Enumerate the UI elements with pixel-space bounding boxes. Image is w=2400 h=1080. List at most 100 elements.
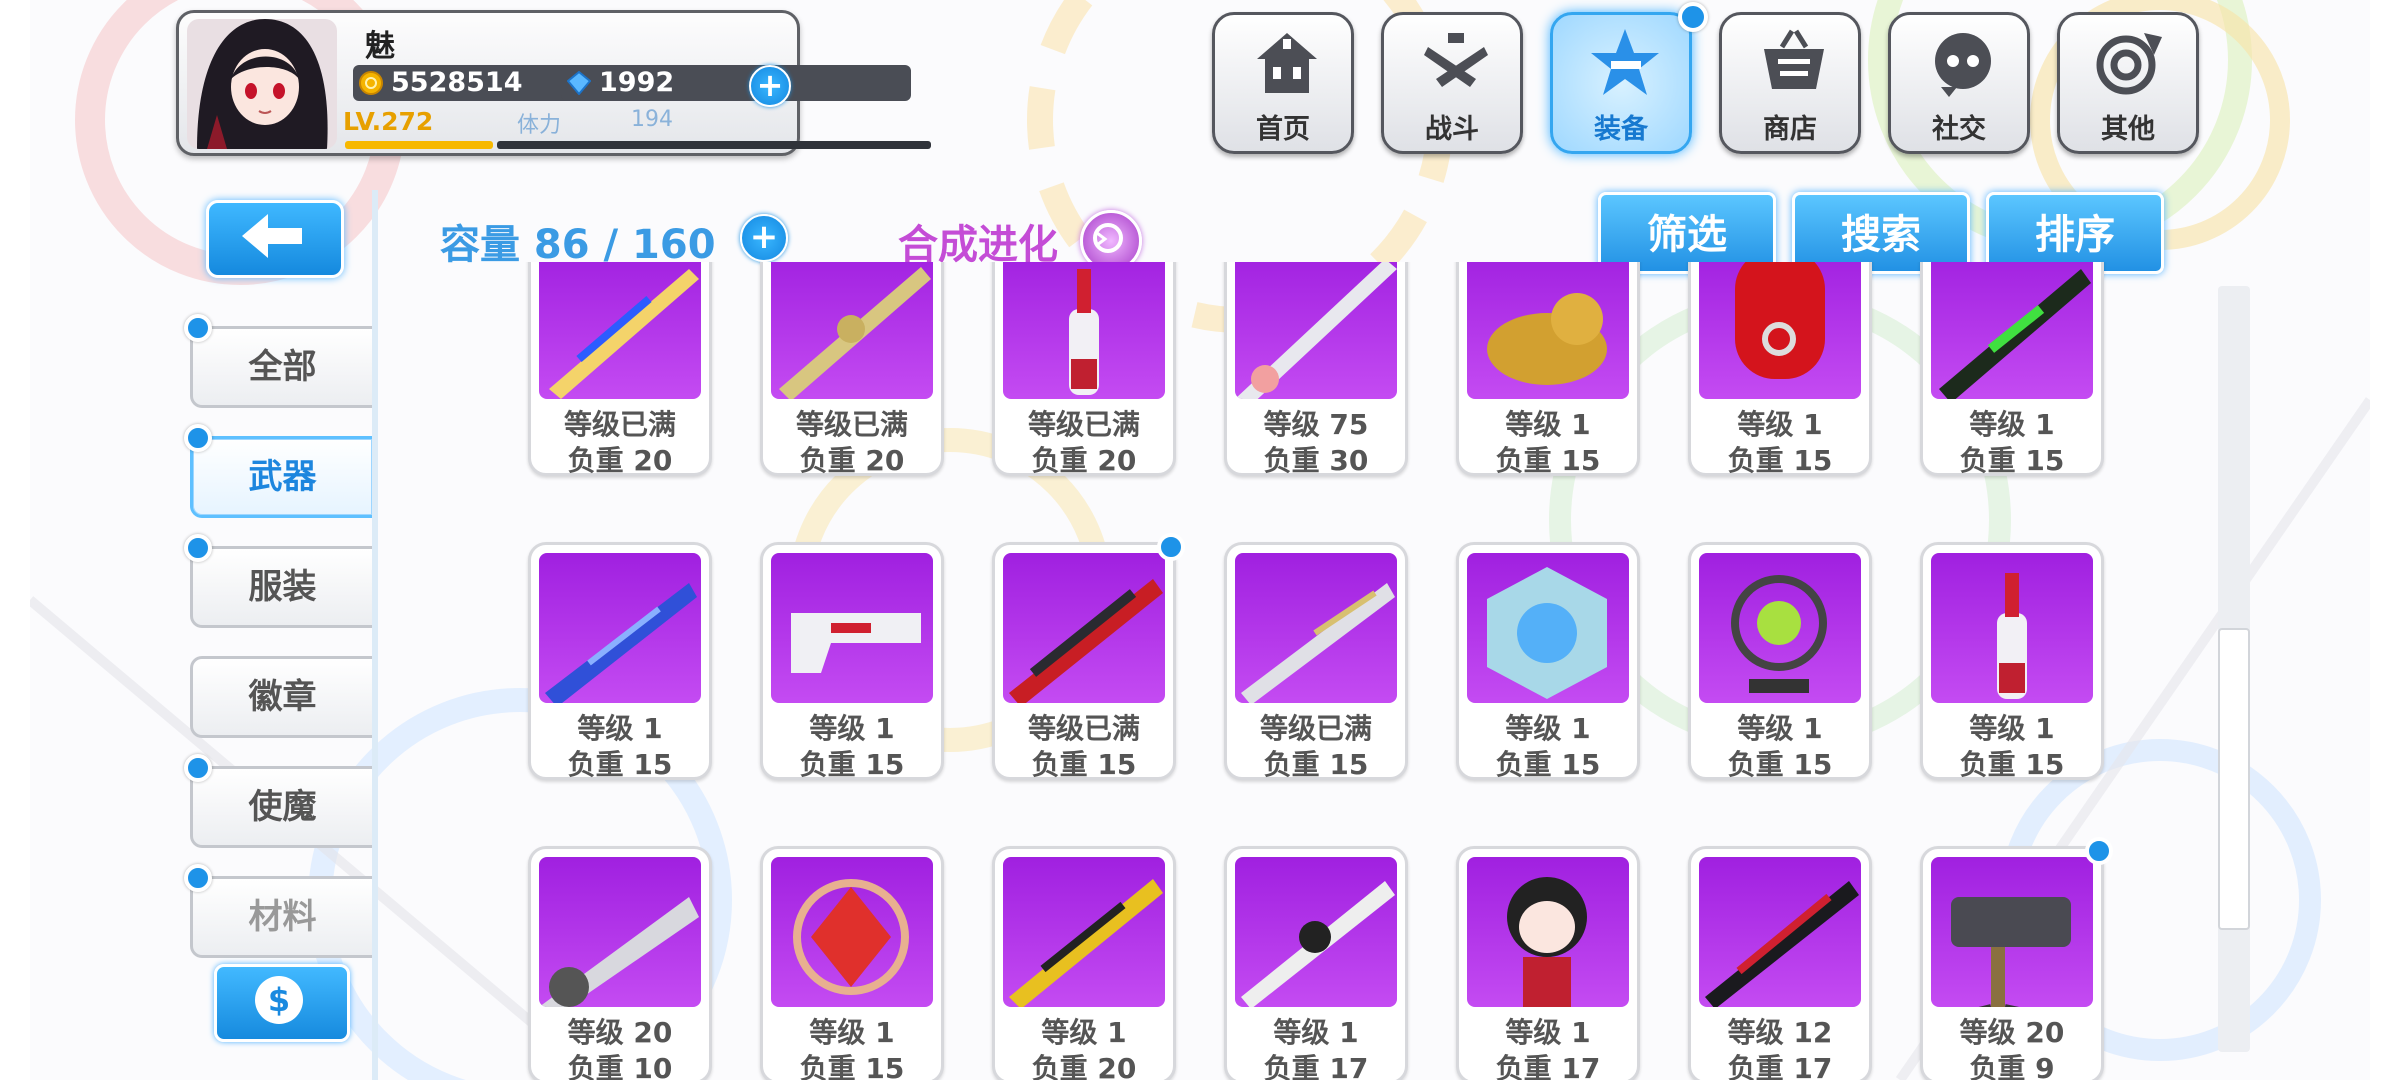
chainsaw-icon bbox=[539, 857, 701, 1007]
golden-lion-icon bbox=[1467, 262, 1629, 399]
left-margin bbox=[0, 0, 30, 1080]
item-weight: 负重 15 bbox=[1727, 748, 1833, 781]
item-card[interactable]: 等级 1 负重 15 bbox=[1920, 542, 2104, 781]
item-card[interactable]: 等级 1 负重 15 bbox=[1920, 262, 2104, 477]
item-card[interactable]: 等级 1 负重 15 bbox=[760, 542, 944, 781]
tab-familiars[interactable]: 使魔 bbox=[190, 766, 372, 848]
gold-coin-icon bbox=[359, 71, 383, 95]
bottle-icon bbox=[1931, 553, 2093, 703]
gold-amount: 5528514 bbox=[391, 67, 523, 98]
nav-social[interactable]: 社交 bbox=[1888, 12, 2030, 154]
item-card[interactable]: 等级已满 负重 20 bbox=[992, 262, 1176, 477]
star-gun-icon bbox=[1591, 29, 1659, 95]
tab-materials-dot bbox=[184, 864, 212, 892]
green-rifle-icon bbox=[1931, 262, 2093, 399]
nav-battle[interactable]: 战斗 bbox=[1381, 12, 1523, 154]
item-card[interactable]: 等级 20 负重 10 bbox=[528, 846, 712, 1080]
blue-rifle-icon bbox=[539, 553, 701, 703]
tab-materials[interactable]: 材料 bbox=[190, 876, 372, 958]
player-profile-panel[interactable]: 魅 5528514 1992 + LV.272 体力 194 bbox=[176, 10, 931, 156]
item-card[interactable]: 等级 1 负重 15 bbox=[1456, 262, 1640, 477]
item-card[interactable]: 等级已满 负重 15 bbox=[1224, 542, 1408, 781]
basket-icon bbox=[1764, 29, 1824, 89]
avatar[interactable] bbox=[187, 19, 337, 149]
golden-rifle-icon bbox=[539, 262, 701, 399]
item-weight: 负重 20 bbox=[1031, 1052, 1137, 1080]
back-button[interactable] bbox=[206, 200, 344, 278]
mounted-gatling-icon bbox=[1931, 857, 2093, 1007]
item-weight: 负重 20 bbox=[1031, 444, 1137, 477]
tab-outfits[interactable]: 服装 bbox=[190, 546, 372, 628]
item-level: 等级 1 bbox=[1041, 1016, 1127, 1049]
item-card[interactable]: 等级已满 负重 15 bbox=[992, 533, 1185, 781]
item-level: 等级 1 bbox=[1505, 712, 1591, 745]
item-level: 等级 20 bbox=[1959, 1016, 2065, 1049]
item-level: 等级已满 bbox=[1027, 408, 1140, 441]
item-card[interactable]: 等级已满 负重 20 bbox=[528, 262, 712, 477]
nav-equipment-notification-dot bbox=[1678, 2, 1708, 32]
item-card[interactable]: 等级 1 负重 17 bbox=[1224, 846, 1408, 1080]
item-card[interactable]: 等级 75 负重 30 bbox=[1224, 262, 1408, 477]
right-margin bbox=[2370, 0, 2400, 1080]
item-weight: 负重 15 bbox=[1959, 444, 2065, 477]
item-level: 等级 1 bbox=[1969, 712, 2055, 745]
item-card[interactable]: 等级已满 负重 20 bbox=[760, 262, 944, 477]
nav-other-label: 其他 bbox=[2101, 114, 2155, 145]
item-level: 等级已满 bbox=[563, 408, 676, 441]
item-card[interactable]: 等级 1 负重 15 bbox=[528, 542, 712, 781]
item-level: 等级 1 bbox=[1737, 408, 1823, 441]
currency-button[interactable]: $ bbox=[214, 964, 350, 1042]
item-weight: 负重 15 bbox=[799, 748, 905, 781]
scrollbar-thumb[interactable] bbox=[2218, 628, 2250, 930]
item-level: 等级 12 bbox=[1727, 1016, 1833, 1049]
tab-badges[interactable]: 徽章 bbox=[190, 656, 372, 738]
target-icon bbox=[2096, 33, 2162, 95]
ornate-staff-icon bbox=[1235, 262, 1397, 399]
item-level: 等级 1 bbox=[1505, 408, 1591, 441]
player-level: LV.272 bbox=[343, 107, 434, 136]
tab-all[interactable]: 全部 bbox=[190, 326, 372, 408]
item-card[interactable]: 等级 20 负重 9 bbox=[1920, 837, 2113, 1080]
nav-equipment[interactable]: 装备 bbox=[1550, 12, 1692, 154]
nav-social-label: 社交 bbox=[1932, 114, 1986, 145]
nav-other[interactable]: 其他 bbox=[2057, 12, 2199, 154]
doll-girl-icon bbox=[1467, 857, 1629, 1007]
new-item-dot bbox=[1157, 533, 1185, 561]
player-name: 魅 bbox=[365, 29, 395, 64]
item-weight: 负重 20 bbox=[799, 444, 905, 477]
nav-shop-label: 商店 bbox=[1763, 114, 1817, 145]
item-level: 等级 75 bbox=[1263, 408, 1369, 441]
stamina-bar bbox=[497, 141, 931, 149]
tab-weapons[interactable]: 武器 bbox=[190, 436, 372, 518]
ornate-rifle-icon bbox=[771, 262, 933, 399]
item-level: 等级已满 bbox=[1259, 712, 1372, 745]
item-weight: 负重 15 bbox=[1959, 748, 2065, 781]
red-bell-icon bbox=[1699, 262, 1861, 399]
yellow-rifle-icon bbox=[1003, 857, 1165, 1007]
nav-shop[interactable]: 商店 bbox=[1719, 12, 1861, 154]
item-weight: 负重 17 bbox=[1263, 1052, 1369, 1080]
item-level: 等级已满 bbox=[1027, 712, 1140, 745]
red-black-rifle-icon bbox=[1699, 857, 1861, 1007]
item-card[interactable]: 等级 1 负重 15 bbox=[1688, 542, 1872, 781]
item-card[interactable]: 等级 1 负重 15 bbox=[1456, 542, 1640, 781]
item-card[interactable]: 等级 12 负重 17 bbox=[1688, 846, 1872, 1080]
item-weight: 负重 15 bbox=[567, 748, 673, 781]
item-weight: 负重 17 bbox=[1727, 1052, 1833, 1080]
silver-rifle-icon bbox=[1235, 553, 1397, 703]
item-level: 等级 1 bbox=[1737, 712, 1823, 745]
item-card[interactable]: 等级 1 负重 20 bbox=[992, 846, 1176, 1080]
item-weight: 负重 15 bbox=[1031, 748, 1137, 781]
item-card[interactable]: 等级 1 负重 15 bbox=[1688, 262, 1872, 477]
nav-battle-label: 战斗 bbox=[1425, 114, 1479, 145]
add-gems-button[interactable]: + bbox=[749, 65, 791, 107]
item-level: 等级已满 bbox=[795, 408, 908, 441]
svg-text:$: $ bbox=[268, 981, 290, 1019]
gem-counter: 1992 bbox=[561, 65, 911, 101]
nav-home[interactable]: 首页 bbox=[1212, 12, 1354, 154]
expand-capacity-button[interactable]: + bbox=[740, 214, 788, 262]
item-card[interactable]: 等级 1 负重 15 bbox=[760, 846, 944, 1080]
back-arrow-icon bbox=[242, 214, 302, 258]
item-weight: 负重 20 bbox=[567, 444, 673, 477]
item-card[interactable]: 等级 1 负重 17 bbox=[1456, 846, 1640, 1080]
